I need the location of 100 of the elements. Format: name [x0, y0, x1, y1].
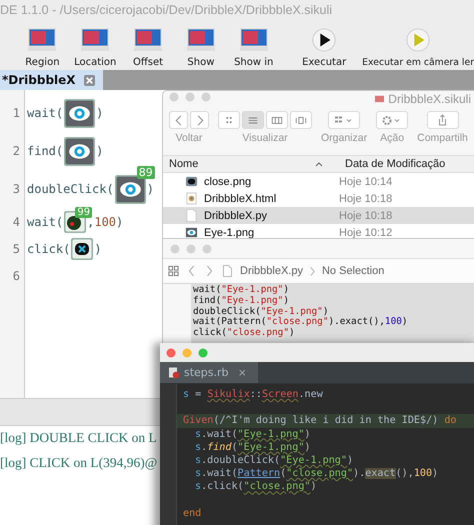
line-number: 6 — [12, 268, 20, 282]
similarity-badge: 89 — [136, 166, 155, 178]
breadcrumb-item[interactable]: No Selection — [322, 265, 384, 277]
close-pattern-thumbnail[interactable] — [71, 238, 94, 260]
code-text: wait( — [27, 214, 64, 228]
modified-date: Hoje 10:18 — [338, 192, 392, 205]
file-name: Eye-1.png — [204, 226, 254, 239]
code-line: click("close.png") — [193, 328, 296, 339]
view-mode-icon — [295, 114, 307, 126]
code-number: 100 — [94, 214, 116, 228]
toolbar-button[interactable]: Region — [20, 28, 65, 68]
log-message: [log] CLICK on L(394,96)@ — [0, 455, 158, 471]
editor-tab[interactable]: steps.rb × — [160, 362, 258, 383]
file-icon — [222, 265, 233, 277]
log-message: [log] DOUBLE CLICK on L — [0, 430, 157, 446]
screen-capture-icon — [186, 28, 215, 52]
code-text: ) — [96, 106, 104, 120]
play-icon — [404, 28, 432, 52]
eye-pattern-thumbnail[interactable] — [64, 136, 96, 166]
modified-date: Hoje 10:14 — [338, 176, 392, 188]
toolbar-button[interactable]: Offset — [126, 28, 170, 68]
modified-date: Hoje 10:12 — [338, 226, 392, 239]
code-line: wait(Pattern("close.png").exact(),100) — [193, 317, 409, 328]
line-number: 2 — [12, 144, 20, 158]
code-text: click( — [27, 242, 70, 256]
file-name: DribbbleX.html — [204, 192, 276, 205]
image-file-icon — [185, 175, 198, 188]
code-text: find( — [27, 144, 64, 158]
window-controls-icon[interactable] — [166, 348, 208, 358]
file-row[interactable]: DribbbleX.py Hoje 10:18 — [163, 207, 474, 224]
grid-icon[interactable] — [168, 265, 179, 277]
action-button[interactable] — [376, 111, 408, 130]
column-header[interactable]: Nome — [163, 158, 315, 170]
editor-tab[interactable]: *DribbbleX — [0, 70, 103, 90]
arrange-button[interactable] — [328, 111, 360, 130]
code-line: doubleClick("Eye-1.png") — [193, 306, 330, 317]
toolbar-button[interactable]: Show — [178, 28, 224, 68]
code-line: find("Eye-1.png") — [193, 296, 290, 306]
code-text: wait( — [27, 106, 64, 120]
toolbar-label: Compartilh — [417, 132, 468, 144]
line-number: 5 — [12, 242, 20, 256]
code-line: end — [183, 506, 202, 520]
view-mode-icon — [271, 114, 283, 126]
code-text: doubleClick( — [27, 182, 114, 196]
forward-button[interactable] — [190, 111, 209, 130]
code-text: ) — [146, 182, 154, 196]
code-text: ) — [94, 242, 102, 256]
window-title: DribbbleX.sikuli — [388, 92, 471, 106]
code-text: ) — [116, 214, 124, 228]
line-number: 4 — [12, 214, 20, 228]
screen-capture-icon — [28, 28, 56, 52]
forward-icon[interactable] — [204, 265, 215, 277]
modified-date: Hoje 10:18 — [338, 210, 392, 222]
tab-label: steps.rb — [184, 366, 229, 379]
play-icon — [310, 28, 338, 52]
toolbar-label: Organizar — [321, 132, 368, 144]
view-mode-button[interactable] — [242, 111, 264, 130]
toolbar-label: Ação — [380, 132, 404, 144]
window-title: DE 1.1.0 - /Users/cicerojacobi/Dev/DribbleX/DribbbleX.sikuli — [0, 2, 334, 19]
code-line: s.wait("Eye-1.png") — [194, 428, 312, 441]
line-number: 1 — [12, 106, 20, 120]
file-row[interactable]: close.png Hoje 10:14 — [163, 173, 474, 190]
splitter-bar[interactable] — [0, 398, 160, 426]
screen-capture-icon — [134, 28, 162, 52]
view-mode-button[interactable] — [290, 111, 312, 130]
chevron-icon — [310, 266, 315, 276]
eye-pattern-thumbnail[interactable] — [114, 174, 146, 204]
file-name: DribbbleX.py — [204, 210, 267, 222]
ruby-file-icon — [168, 366, 180, 378]
line-number: 3 — [12, 182, 20, 196]
toolbar-button[interactable]: Executar — [296, 28, 352, 68]
folder-icon — [375, 94, 384, 104]
toolbar-label: Voltar — [176, 132, 202, 144]
back-icon[interactable] — [186, 265, 197, 277]
back-button[interactable] — [169, 111, 188, 130]
share-icon — [439, 114, 446, 126]
code-text: ) — [96, 144, 104, 158]
column-header[interactable]: Data de Modificação — [343, 158, 446, 170]
screen-capture-icon — [240, 28, 268, 52]
view-mode-button[interactable] — [218, 111, 240, 130]
similarity-badge: 99 — [75, 206, 92, 218]
view-mode-icon — [247, 114, 259, 126]
code-line: s.click("close.png") — [194, 480, 318, 494]
eye-pattern-thumbnail[interactable] — [64, 98, 96, 128]
close-icon[interactable] — [84, 74, 95, 86]
code-line: s.wait(Pattern("close.png").exact(),100) — [194, 467, 440, 480]
code-line: s = Sikulix::Screen.new — [183, 388, 324, 402]
view-mode-button[interactable] — [266, 111, 288, 130]
toolbar-button[interactable]: Location — [72, 28, 118, 68]
code-text: , — [87, 214, 94, 228]
sort-caret-icon — [315, 161, 323, 168]
file-name: close.png — [204, 176, 252, 188]
breadcrumb-item[interactable]: DribbbleX.py — [240, 265, 303, 277]
code-line: s.find("Eye-1.png") — [194, 440, 312, 454]
toolbar-button[interactable]: Executar em câmera ler — [362, 28, 474, 68]
code-line: wait("Eye-1.png") — [193, 285, 290, 296]
file-icon — [185, 209, 198, 222]
share-button[interactable] — [426, 111, 458, 130]
toolbar-button[interactable]: Show in — [231, 28, 276, 68]
screen-capture-icon — [81, 28, 110, 52]
